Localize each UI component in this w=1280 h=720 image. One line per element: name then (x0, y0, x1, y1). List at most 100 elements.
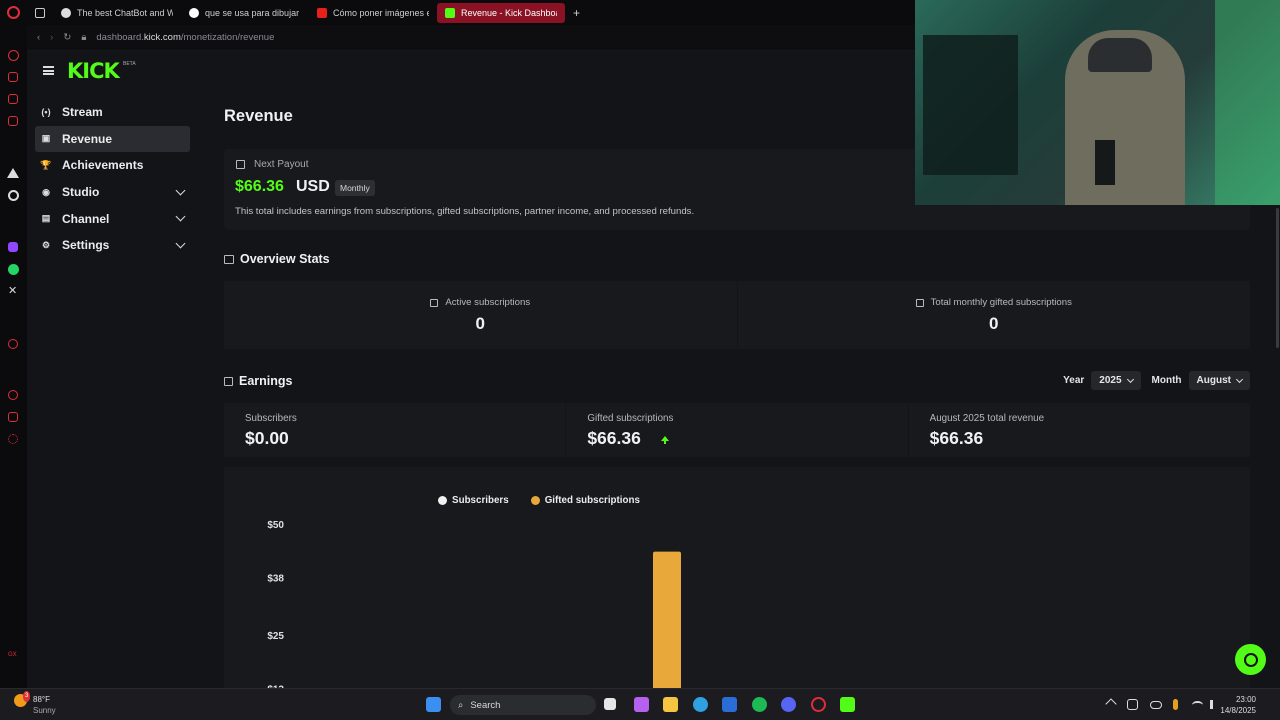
ai-icon[interactable] (8, 72, 18, 82)
clock-date: 14/8/2025 (1220, 706, 1256, 715)
sidebar-item-stream[interactable]: (•) Stream (35, 99, 190, 126)
y-tick-label: $50 (267, 520, 284, 531)
menu-icon[interactable] (43, 66, 54, 75)
cloud-icon[interactable] (1150, 701, 1162, 709)
page-scrollbar[interactable] (1276, 208, 1279, 348)
month-value: August (1196, 375, 1231, 386)
kick-app-icon[interactable] (840, 697, 855, 712)
browser-sidebar: ✕ GX (0, 0, 27, 688)
tray-chevron-icon[interactable] (1105, 698, 1117, 710)
volume-icon[interactable] (1210, 700, 1219, 709)
url-field[interactable]: dashboard.kick.com/monetization/revenue (96, 32, 274, 43)
spotify-icon[interactable] (752, 697, 767, 712)
tab-youtube[interactable]: Cómo poner imágenes en (309, 3, 437, 23)
history-icon[interactable] (8, 390, 18, 400)
opera-logo-icon[interactable] (7, 6, 20, 19)
help-chat-button[interactable] (1235, 644, 1266, 675)
twitch-icon[interactable] (8, 242, 18, 252)
tab-label: que se usa para dibujar e (205, 7, 301, 18)
arc-icon[interactable] (7, 168, 19, 178)
chat-icon (1243, 652, 1258, 667)
reload-icon[interactable]: ↻ (63, 32, 71, 43)
tab-bar: The best ChatBot and Wi que se usa para … (27, 0, 915, 25)
shelf-figure (923, 35, 1018, 175)
store-icon[interactable] (722, 697, 737, 712)
aria-icon[interactable] (8, 50, 19, 61)
earn-label: Subscribers (245, 413, 297, 424)
month-select[interactable]: August (1188, 371, 1250, 390)
address-bar: ‹ › ↻ 🔒︎ dashboard.kick.com/monetization… (27, 25, 915, 51)
earnings-icon (224, 376, 233, 386)
sidebar-item-revenue[interactable]: ▣ Revenue (35, 125, 190, 153)
chatgpt-icon[interactable] (8, 190, 19, 201)
year-label: Year (1063, 375, 1085, 386)
stat-value: 0 (475, 314, 485, 333)
url-domain: kick.com (143, 32, 181, 43)
sidebar-item-achievements[interactable]: 🏆 Achievements (35, 152, 190, 179)
mic (1095, 140, 1115, 185)
cap (1088, 38, 1152, 72)
whatsapp-icon[interactable] (8, 264, 19, 275)
stat-value: 0 (989, 314, 999, 333)
news-icon[interactable] (8, 116, 18, 126)
search-icon: ⌕ (458, 699, 464, 711)
opera-gx-icon[interactable] (811, 697, 826, 712)
settings-icon[interactable] (8, 434, 18, 444)
overview-title-label: Overview Stats (240, 252, 330, 266)
sidebar-item-settings[interactable]: ⚙ Settings (35, 232, 190, 259)
sync-icon[interactable] (1127, 699, 1138, 710)
kick-logo[interactable]: KICK (67, 59, 120, 83)
forward-icon[interactable]: › (50, 32, 53, 43)
overview-stats-title: Overview Stats (224, 252, 330, 266)
wallet-icon (236, 160, 245, 169)
back-icon[interactable]: ‹ (37, 32, 40, 43)
earn-label: Gifted subscriptions (587, 413, 674, 424)
payout-note: This total includes earnings from subscr… (235, 206, 695, 217)
wifi-icon[interactable] (1192, 701, 1203, 709)
sidebar-item-label: Settings (62, 238, 110, 253)
channel-icon: ▤ (41, 213, 51, 224)
chart-icon (430, 298, 439, 307)
windows-start-icon[interactable] (426, 697, 441, 712)
weather-widget[interactable]: 3 88°F Sunny (14, 691, 56, 716)
messenger-icon[interactable] (8, 94, 18, 104)
url-path: /monetization/revenue (180, 32, 275, 43)
discord-icon[interactable] (781, 697, 796, 712)
tab-kick-dashboard[interactable]: Revenue - Kick Dashboard (437, 2, 565, 23)
weather-temp: 88°F (33, 695, 50, 704)
player-icon[interactable] (8, 339, 18, 349)
gx-icon[interactable]: GX (8, 652, 21, 665)
payout-frequency-badge: Monthly (335, 180, 375, 196)
earn-value: $66.36 (587, 428, 641, 448)
stats-icon (224, 254, 234, 264)
studio-icon: ◉ (42, 186, 50, 197)
earn-label: August 2025 total revenue (929, 413, 1045, 424)
x-icon[interactable]: ✕ (8, 286, 21, 299)
webcam-overlay (915, 0, 1280, 205)
tab-chatbot[interactable]: The best ChatBot and Wi (53, 3, 181, 23)
system-clock[interactable]: 23:00 14/8/2025 (1220, 694, 1256, 716)
task-view-icon[interactable] (604, 698, 616, 710)
microphone-icon[interactable] (1173, 699, 1178, 710)
new-tab-button[interactable]: + (565, 3, 588, 23)
tab-workspaces[interactable] (27, 3, 53, 23)
tab-google[interactable]: que se usa para dibujar e (181, 3, 309, 23)
extensions-icon[interactable] (8, 412, 18, 422)
earnings-title: Earnings (224, 374, 293, 388)
tab-label: The best ChatBot and Wi (77, 7, 173, 18)
sidebar-item-channel[interactable]: ▤ Channel (35, 205, 190, 232)
chevron-down-icon (175, 211, 186, 222)
file-explorer-icon[interactable] (663, 697, 678, 712)
active-subscriptions-card: Active subscriptions 0 (224, 281, 737, 349)
payout-currency: USD (296, 178, 330, 195)
taskbar-search[interactable]: ⌕ Search (450, 695, 596, 715)
bar-gifted-subscriptions[interactable] (653, 551, 681, 688)
copilot-icon[interactable] (634, 697, 649, 712)
lamp (1215, 0, 1280, 205)
earnings-filters: Year 2025 Month August (1063, 371, 1250, 390)
sidebar-item-studio[interactable]: ◉ Studio (35, 179, 190, 206)
chatbot-icon (61, 7, 71, 18)
edge-icon[interactable] (693, 697, 708, 712)
url-prefix: dashboard. (96, 32, 144, 43)
year-select[interactable]: 2025 (1091, 371, 1141, 390)
